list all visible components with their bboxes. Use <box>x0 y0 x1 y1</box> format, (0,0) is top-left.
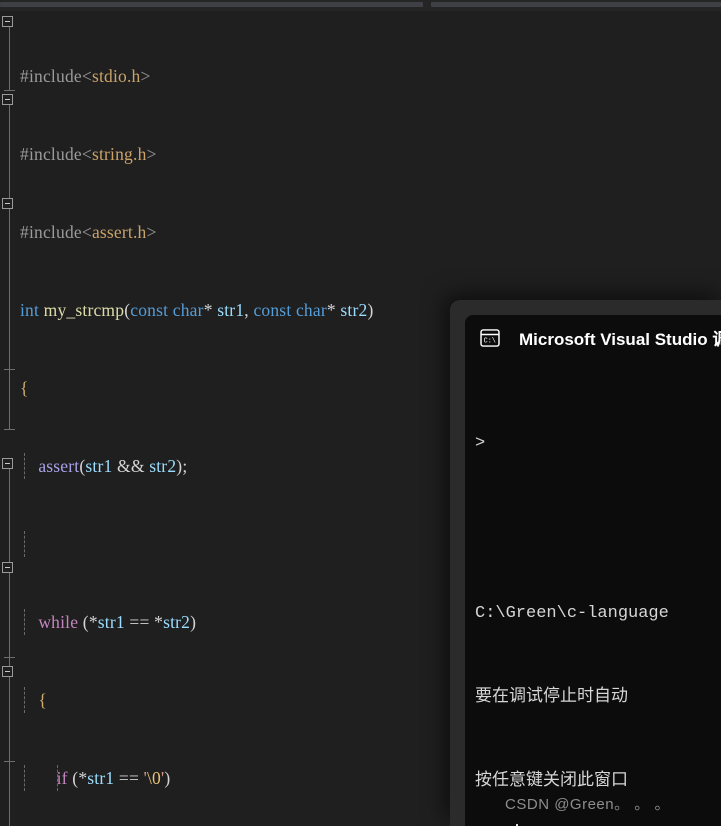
fold-rail-cap-includes <box>4 90 15 91</box>
fold-rail-if <box>9 573 10 657</box>
fold-rail-while <box>9 209 10 369</box>
fold-rail-cap-my-strcmp <box>4 429 15 430</box>
console-output-line: C:\Green\c-language <box>475 604 669 623</box>
code-line: #include<stdio.h> <box>20 66 151 86</box>
svg-text:C:\: C:\ <box>484 337 496 345</box>
fold-toggle-else[interactable] <box>2 666 13 677</box>
debug-console-window[interactable]: C:\ Microsoft Visual Studio 调 > C:\Green… <box>450 300 721 826</box>
fold-rail-includes <box>9 27 10 90</box>
editor-fold-gutter[interactable] <box>0 11 20 826</box>
console-prompt: > <box>475 434 486 453</box>
console-title-bar[interactable]: C:\ Microsoft Visual Studio 调 <box>465 315 721 360</box>
fold-toggle-my-strcmp[interactable] <box>2 94 13 105</box>
fold-rail-cap-if <box>4 657 15 658</box>
fold-rail-else <box>9 677 10 761</box>
console-output-line: 按任意键关闭此窗口 <box>475 772 628 791</box>
horizontal-scrollbar-left[interactable] <box>0 2 423 7</box>
console-title-text: Microsoft Visual Studio 调 <box>519 330 721 349</box>
fold-rail-cap-while <box>4 369 15 370</box>
top-divider-strip <box>0 0 721 11</box>
horizontal-scrollbar-right[interactable] <box>431 2 721 7</box>
fold-rail-cap-else <box>4 761 15 762</box>
console-output-line: 要在调试停止时自动 <box>475 688 628 707</box>
fold-toggle-while[interactable] <box>2 198 13 209</box>
code-line: #include<assert.h> <box>20 222 157 242</box>
fold-toggle-includes[interactable] <box>2 16 13 27</box>
fold-toggle-main[interactable] <box>2 458 13 469</box>
console-output-area[interactable]: > C:\Green\c-language 要在调试停止时自动 按任意键关闭此窗… <box>465 360 721 826</box>
csdn-watermark: CSDN @Green。 。 。 <box>505 796 670 813</box>
console-window-icon: C:\ <box>480 328 500 347</box>
fold-toggle-if[interactable] <box>2 562 13 573</box>
code-line: #include<string.h> <box>20 144 157 164</box>
